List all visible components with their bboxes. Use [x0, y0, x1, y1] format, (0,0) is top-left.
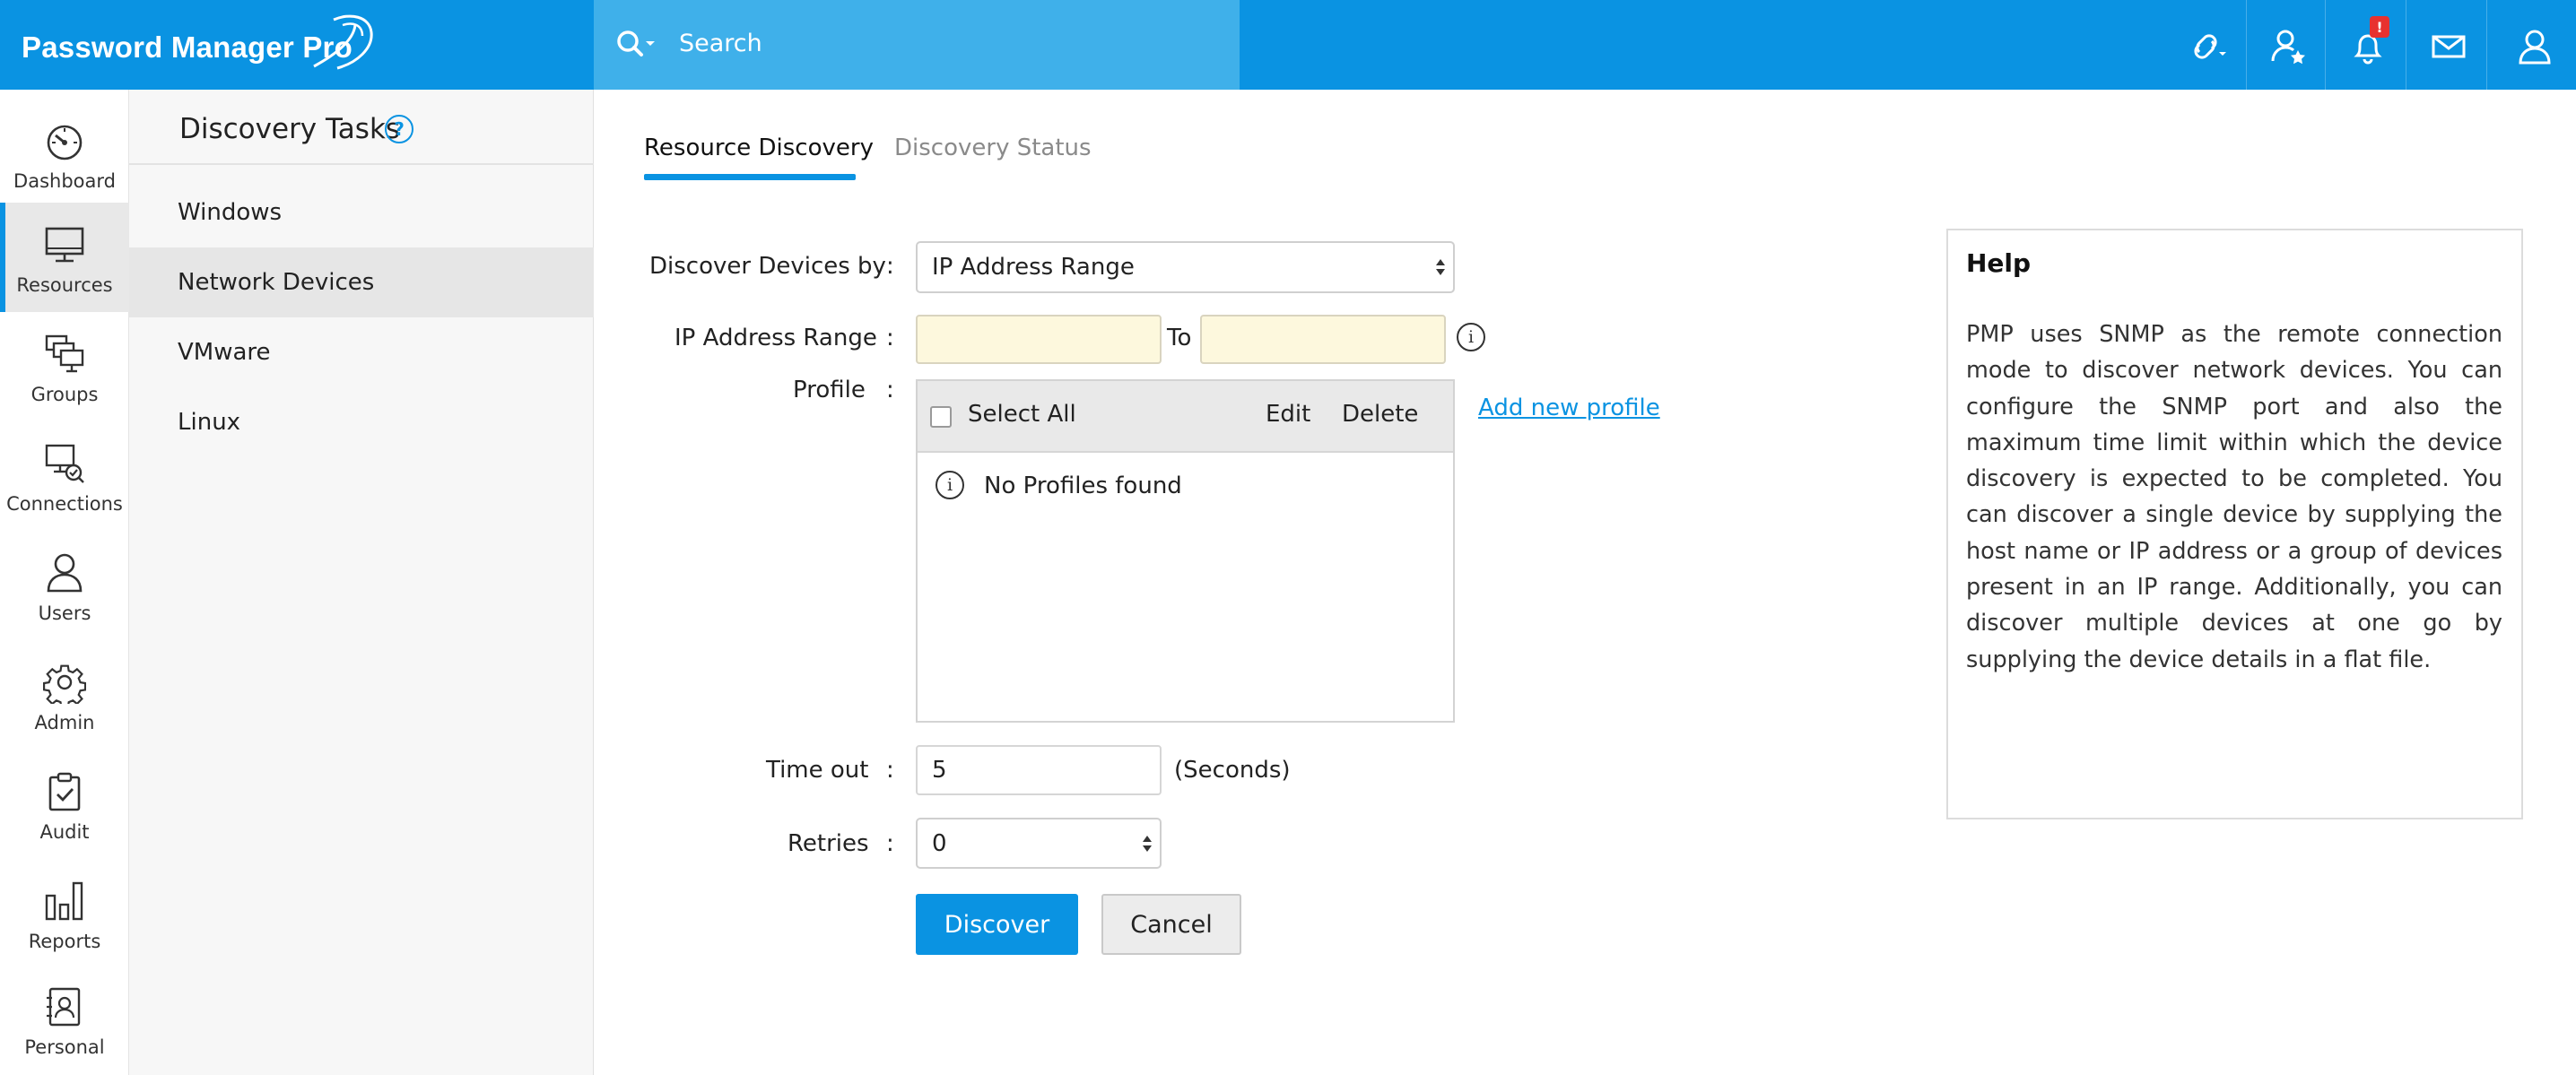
nav-label: Audit: [39, 821, 90, 843]
panel-title: Discovery Tasks: [179, 113, 401, 145]
nav-item-connections[interactable]: Connections: [0, 421, 129, 531]
top-bar: Password Manager Pro Search !: [0, 0, 2576, 90]
nav-item-users[interactable]: Users: [0, 531, 129, 640]
select-all-checkbox[interactable]: [930, 406, 952, 428]
info-icon: i: [936, 471, 964, 499]
retries-select[interactable]: 0: [916, 818, 1162, 869]
info-icon[interactable]: i: [1457, 323, 1485, 351]
task-item-linux[interactable]: Linux: [129, 387, 594, 457]
search-icon[interactable]: [614, 27, 658, 63]
nav-item-admin[interactable]: Admin: [0, 640, 129, 750]
active-tab-indicator: [644, 174, 856, 180]
search-bar[interactable]: Search: [594, 0, 1240, 90]
colon: :: [886, 830, 894, 857]
select-arrows-icon: [1143, 835, 1152, 852]
timeout-input[interactable]: 5: [916, 745, 1162, 795]
top-separator: [2486, 0, 2487, 90]
nav-item-groups[interactable]: Groups: [0, 312, 129, 421]
discovery-tasks-panel: Discovery Tasks ? Windows Network Device…: [129, 90, 594, 1075]
discover-by-select[interactable]: IP Address Range: [916, 241, 1455, 293]
profile-list: Select All Edit Delete i No Profiles fou…: [916, 379, 1455, 723]
app-title: Password Manager Pro: [22, 30, 352, 64]
help-title: Help: [1966, 248, 2032, 278]
link-icon[interactable]: [2183, 22, 2233, 72]
nav-label: Admin: [34, 712, 95, 733]
help-icon[interactable]: ?: [385, 115, 413, 143]
nav-item-personal[interactable]: Personal: [0, 965, 129, 1074]
logo-swoosh-icon: [313, 14, 373, 70]
discover-button[interactable]: Discover: [916, 894, 1078, 955]
user-icon: [42, 551, 87, 595]
mail-icon[interactable]: [2424, 22, 2474, 72]
help-panel: Help PMP uses SNMP as the remote connect…: [1946, 229, 2523, 819]
nav-label: Dashboard: [13, 170, 116, 192]
timeout-label: Time out: [766, 757, 869, 784]
nav-label: Connections: [6, 493, 123, 515]
panel-header: Discovery Tasks ?: [129, 90, 594, 165]
groups-icon: [42, 332, 87, 377]
task-item-vmware[interactable]: VMware: [129, 317, 594, 387]
discover-by-label: Discover Devices by: [649, 253, 886, 280]
retries-label: Retries: [788, 830, 869, 857]
timeout-unit: (Seconds): [1174, 757, 1291, 784]
nav-item-resources[interactable]: Resources: [0, 203, 129, 312]
colon: :: [886, 757, 894, 784]
nav-item-reports[interactable]: Reports: [0, 859, 129, 968]
colon: :: [886, 325, 894, 351]
colon: :: [886, 253, 894, 280]
ip-range-to-input[interactable]: [1200, 315, 1446, 364]
task-item-network-devices[interactable]: Network Devices: [129, 247, 594, 317]
user-icon[interactable]: [2510, 22, 2560, 72]
notification-badge: !: [2370, 16, 2389, 38]
top-separator: [2325, 0, 2326, 90]
nav-label: Users: [38, 603, 91, 624]
profile-label: Profile: [793, 377, 866, 403]
retries-value: 0: [932, 829, 947, 857]
monitor-icon: [42, 222, 87, 267]
clipboard-check-icon: [42, 769, 87, 814]
app-logo[interactable]: Password Manager Pro: [22, 0, 596, 90]
nav-label: Groups: [30, 384, 99, 405]
cancel-button[interactable]: Cancel: [1101, 894, 1241, 955]
add-new-profile-link[interactable]: Add new profile: [1478, 394, 1660, 421]
discover-by-value: IP Address Range: [932, 254, 1135, 281]
profile-list-header: Select All Edit Delete: [918, 381, 1453, 453]
top-separator: [2246, 0, 2247, 90]
ip-range-from-input[interactable]: [916, 315, 1162, 364]
tab-discovery-status[interactable]: Discovery Status: [894, 134, 1092, 161]
empty-profiles-message: No Profiles found: [984, 472, 1182, 499]
select-arrows-icon: [1436, 259, 1445, 275]
tab-resource-discovery[interactable]: Resource Discovery: [644, 134, 874, 161]
contact-card-icon: [42, 984, 87, 1029]
nav-item-audit[interactable]: Audit: [0, 750, 129, 859]
dashboard-icon: [42, 118, 87, 163]
search-input[interactable]: Search: [679, 30, 762, 57]
user-star-icon[interactable]: [2262, 22, 2312, 72]
nav-item-dashboard[interactable]: Dashboard: [0, 99, 129, 208]
connections-icon: [42, 441, 87, 486]
ip-range-label: IP Address Range: [674, 325, 877, 351]
colon: :: [886, 377, 894, 403]
edit-profile-button[interactable]: Edit: [1266, 401, 1310, 428]
to-label: To: [1167, 325, 1192, 351]
nav-label: Personal: [24, 1036, 105, 1058]
delete-profile-button[interactable]: Delete: [1342, 401, 1418, 428]
help-text: PMP uses SNMP as the remote connection m…: [1966, 321, 2502, 673]
left-navigation: Dashboard Resources Groups Connections U…: [0, 90, 129, 1075]
task-item-windows[interactable]: Windows: [129, 178, 594, 247]
nav-label: Resources: [16, 274, 113, 296]
select-all-label[interactable]: Select All: [968, 401, 1076, 428]
bell-icon[interactable]: !: [2343, 16, 2393, 72]
nav-label: Reports: [28, 931, 101, 952]
bar-chart-icon: [42, 879, 87, 923]
gear-icon: [42, 660, 87, 705]
